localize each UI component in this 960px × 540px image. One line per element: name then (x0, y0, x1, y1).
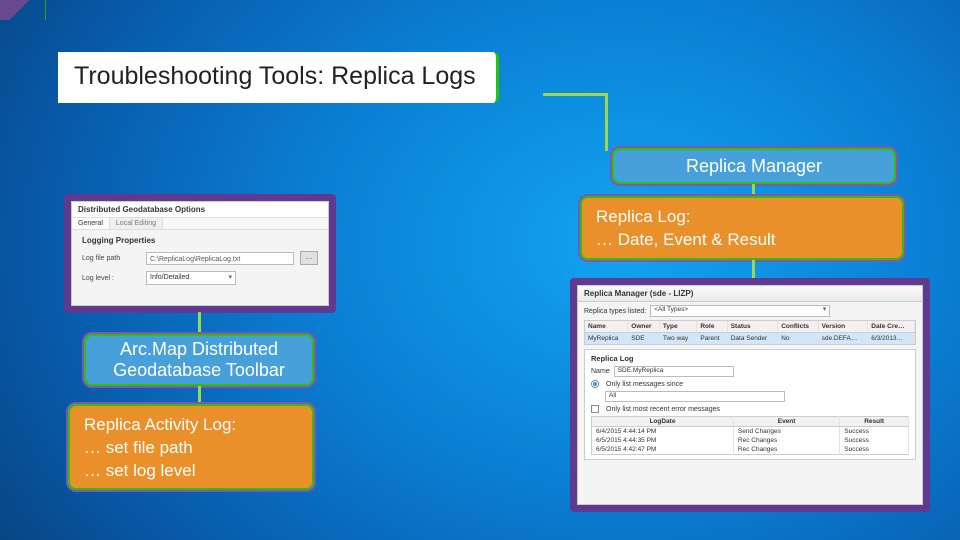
right-orange-line2: … Date, Event & Result (596, 229, 776, 252)
right-screenshot-frame: Replica Manager (sde - LIZP) Replica typ… (570, 278, 930, 512)
replica-log-panel: Replica Log Name SDE.MyReplica Only list… (584, 349, 916, 460)
opt-recent-label: Only list most recent error messages (606, 406, 720, 413)
options-dialog-tabs: General Local Editing (72, 218, 328, 230)
right-card-text: Replica Manager (686, 156, 822, 177)
title-to-right-connector (543, 93, 608, 96)
replica-grid[interactable]: Name Owner Type Role Status Conflicts Ve… (584, 320, 916, 345)
left-connector (198, 312, 201, 336)
replica-log-name-input[interactable]: SDE.MyReplica (614, 366, 734, 377)
title-to-right-connector-v (605, 93, 608, 151)
opt-since-select[interactable]: All (605, 391, 785, 402)
right-card-label: Replica Manager (612, 148, 896, 184)
left-connector-2 (198, 386, 201, 406)
col-status[interactable]: Status (727, 321, 777, 333)
col-name[interactable]: Name (585, 321, 628, 333)
left-orange-line2: … set file path (84, 437, 236, 460)
log-col-date[interactable]: LogDate (592, 417, 734, 427)
left-screenshot-frame: Distributed Geodatabase Options General … (64, 194, 336, 313)
corner-accent (0, 0, 46, 20)
right-orange-card: Replica Log: … Date, Event & Result (580, 196, 904, 260)
options-tab-general[interactable]: General (72, 218, 110, 229)
right-orange-content: Replica Log: … Date, Event & Result (596, 206, 776, 252)
loglevel-label: Log level : (82, 275, 140, 282)
left-orange-content: Replica Activity Log: … set file path … … (84, 414, 236, 483)
replica-types-select[interactable]: <All Types> (650, 305, 830, 317)
log-col-event[interactable]: Event (733, 417, 839, 427)
col-role[interactable]: Role (697, 321, 727, 333)
opt-since-label: Only list messages since (606, 381, 683, 388)
options-tab-localediting[interactable]: Local Editing (110, 218, 163, 229)
logpath-browse-button[interactable]: … (300, 251, 318, 265)
replica-log-table[interactable]: LogDate Event Result 6/4/2015 4:44:14 PM… (591, 416, 909, 455)
options-section-logging: Logging Properties (82, 236, 318, 245)
log-row[interactable]: 6/4/2015 4:44:14 PMSend ChangesSuccess (592, 427, 909, 437)
options-dialog-title: Distributed Geodatabase Options (72, 202, 328, 218)
left-card-text: Arc.Map Distributed Geodatabase Toolbar (98, 339, 300, 381)
options-dialog: Distributed Geodatabase Options General … (71, 201, 329, 306)
col-conflicts[interactable]: Conflicts (778, 321, 818, 333)
replica-manager-title: Replica Manager (sde - LIZP) (578, 286, 922, 302)
replica-grid-row[interactable]: MyReplica SDE Two way Parent Data Sender… (585, 333, 915, 345)
replica-types-row: Replica types listed: <All Types> (578, 302, 922, 320)
col-type[interactable]: Type (659, 321, 696, 333)
slide-title: Troubleshooting Tools: Replica Logs (58, 52, 499, 103)
col-date[interactable]: Date Cre… (868, 321, 915, 333)
col-owner[interactable]: Owner (628, 321, 660, 333)
left-card-label: Arc.Map Distributed Geodatabase Toolbar (84, 334, 314, 386)
replica-log-title: Replica Log (591, 354, 909, 363)
log-col-result[interactable]: Result (840, 417, 909, 427)
logpath-input[interactable]: C:\ReplicaLog\ReplicaLog.txt (146, 252, 294, 265)
left-orange-line1: Replica Activity Log: (84, 414, 236, 437)
opt-since-radio[interactable] (591, 380, 599, 388)
replica-log-name-label: Name (591, 368, 610, 375)
replica-types-label: Replica types listed: (584, 308, 646, 315)
opt-recent-check[interactable] (591, 405, 599, 413)
options-row-logpath: Log file path C:\ReplicaLog\ReplicaLog.t… (82, 251, 318, 265)
right-connector-2 (752, 260, 755, 280)
log-row[interactable]: 6/5/2015 4:42:47 PMRec ChangesSuccess (592, 445, 909, 455)
replica-manager-window: Replica Manager (sde - LIZP) Replica typ… (577, 285, 923, 505)
options-dialog-body: Logging Properties Log file path C:\Repl… (72, 230, 328, 297)
right-orange-line1: Replica Log: (596, 206, 776, 229)
loglevel-select[interactable]: Info/Detailed (146, 271, 236, 285)
col-version[interactable]: Version (818, 321, 868, 333)
options-row-loglevel: Log level : Info/Detailed (82, 271, 318, 285)
logpath-label: Log file path (82, 255, 140, 262)
log-row[interactable]: 6/5/2015 4:44:35 PMRec ChangesSuccess (592, 436, 909, 445)
left-orange-line3: … set log level (84, 460, 236, 483)
left-orange-card: Replica Activity Log: … set file path … … (68, 404, 314, 490)
